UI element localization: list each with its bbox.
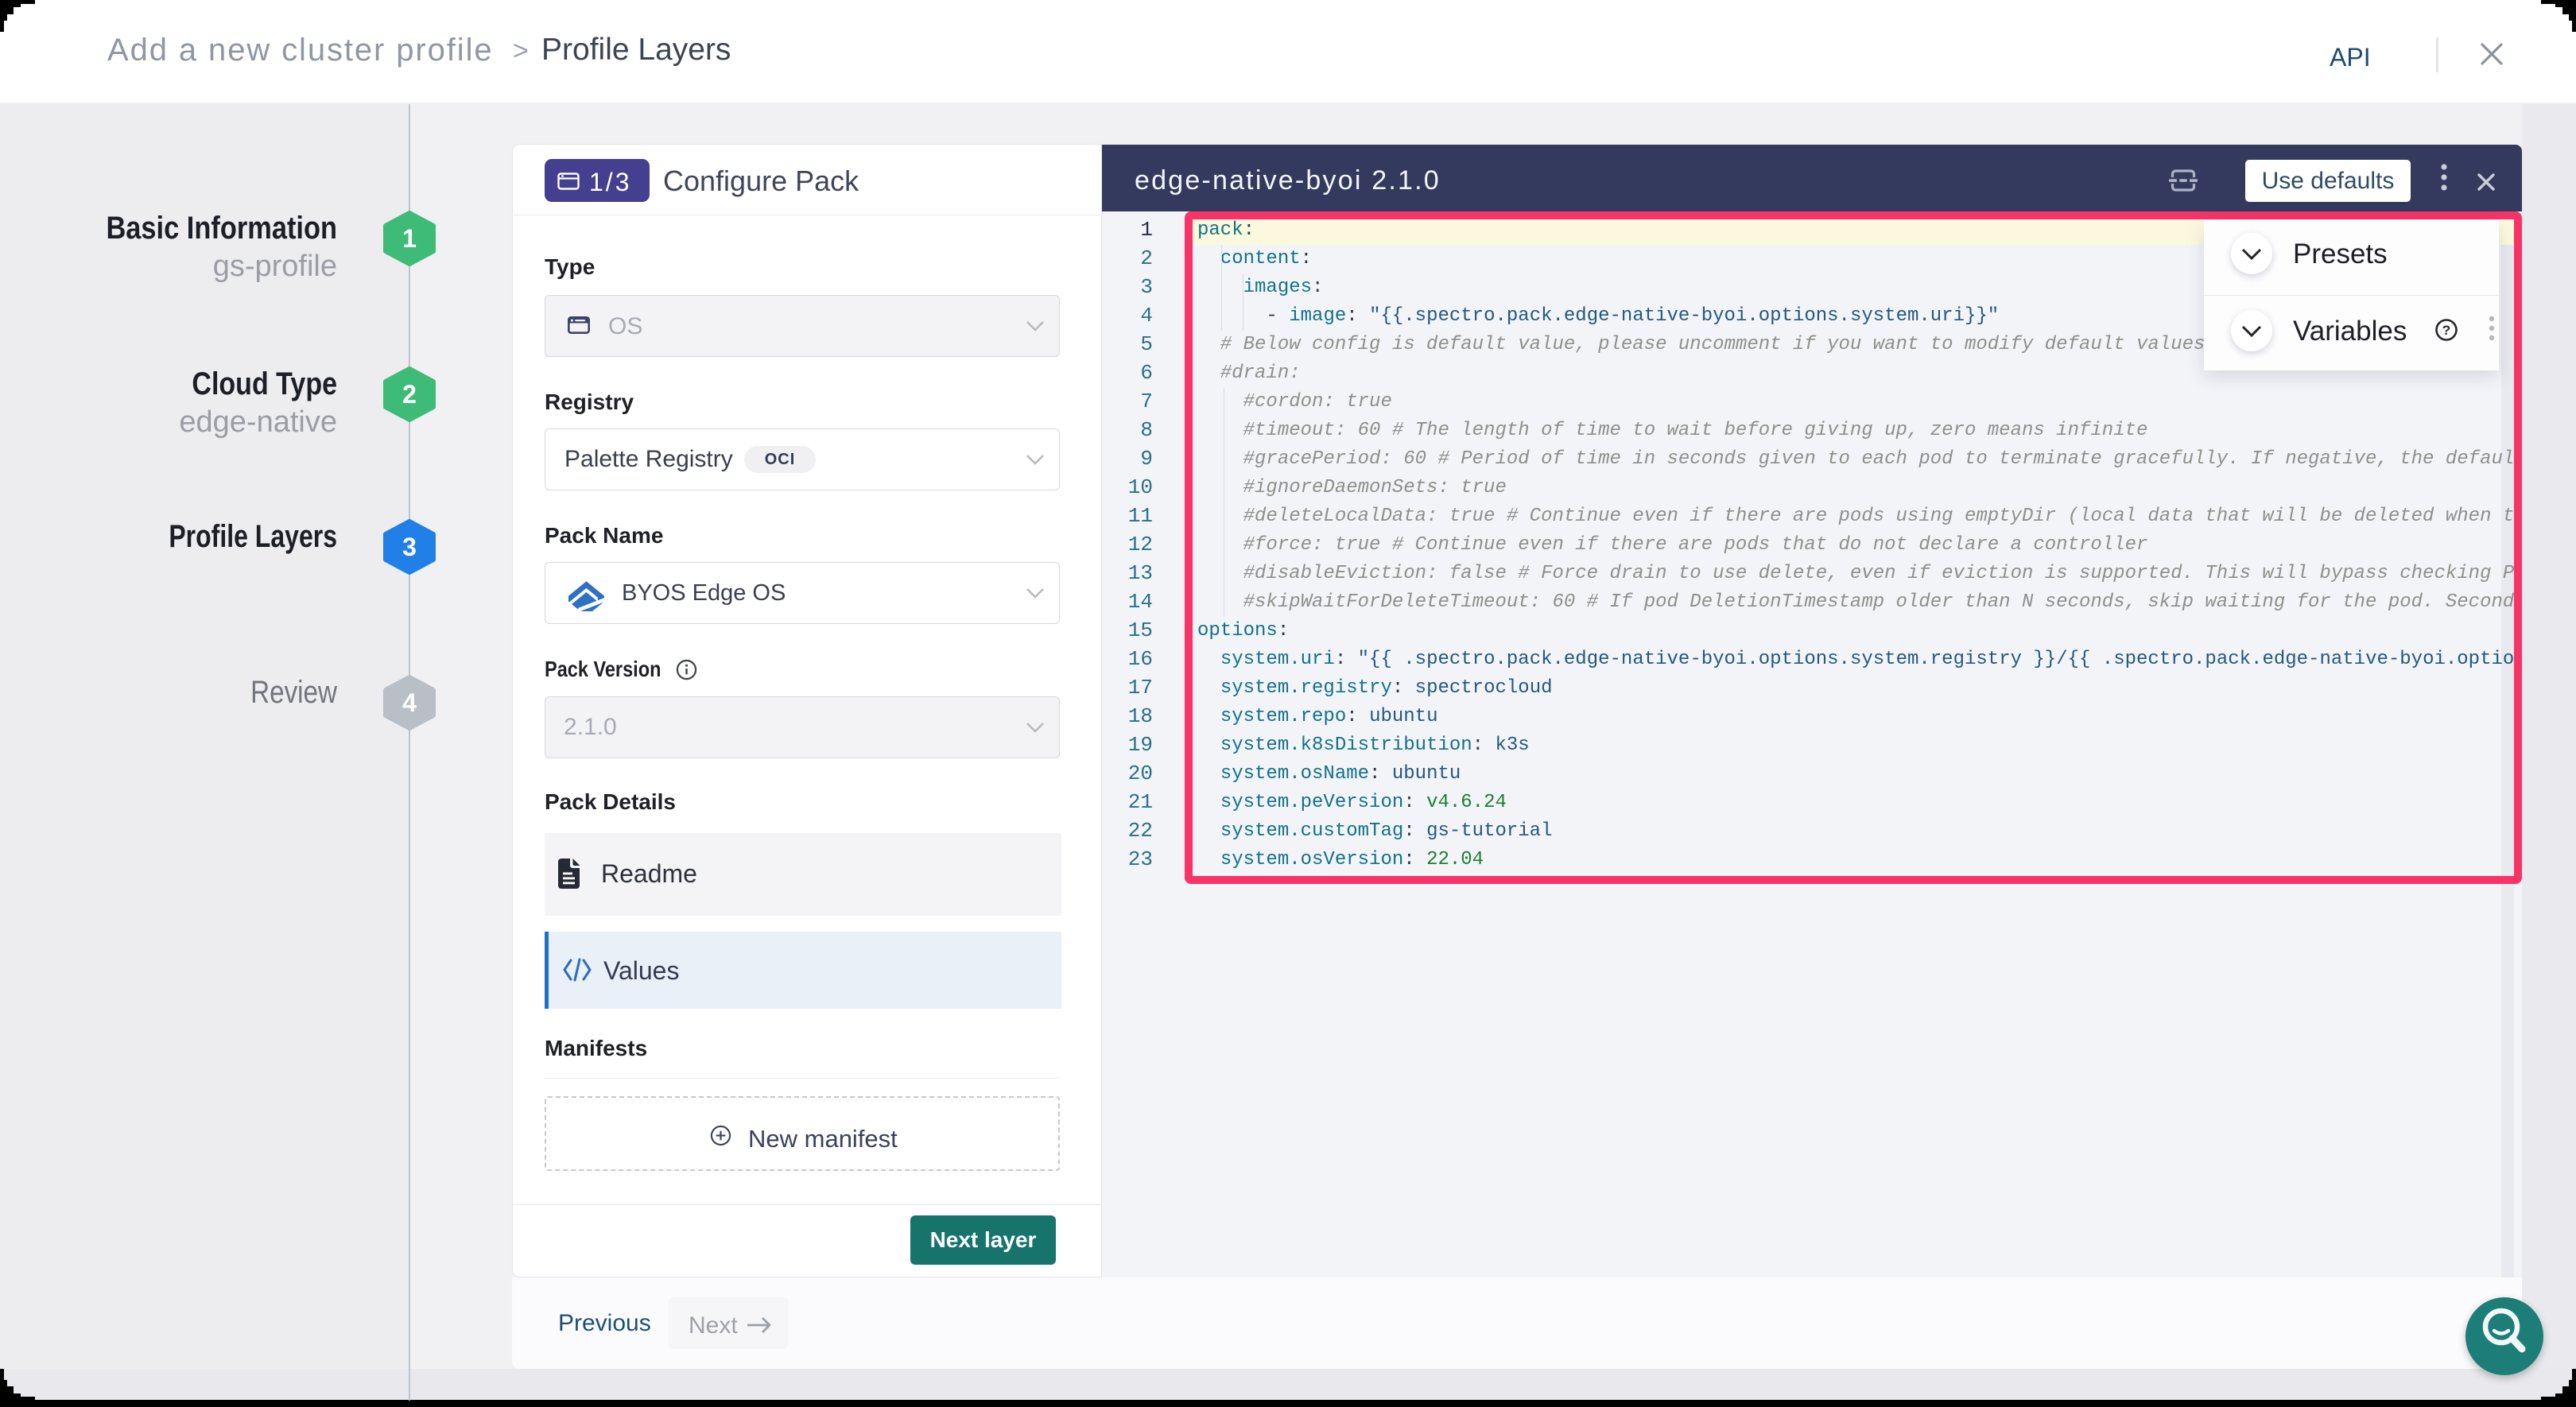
svg-text:2: 2 xyxy=(402,380,417,409)
svg-text:3: 3 xyxy=(402,533,417,561)
svg-text:4: 4 xyxy=(402,688,417,717)
svg-text:1: 1 xyxy=(402,224,417,253)
svg-text:?: ? xyxy=(2442,323,2450,338)
